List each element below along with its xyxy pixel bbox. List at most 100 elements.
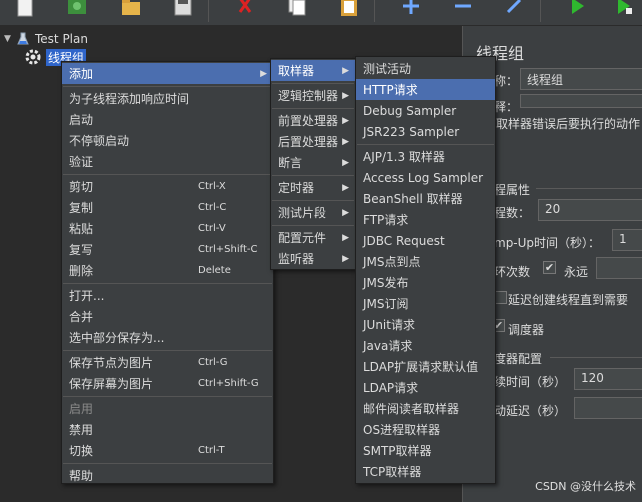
menu-item-label: JMS订阅 <box>363 297 409 311</box>
sampler-submenu-item[interactable]: TCP取样器 <box>356 461 495 482</box>
menu-item-label: 添加 <box>69 67 94 81</box>
name-label: 称： <box>494 74 519 88</box>
add-submenu-item[interactable]: 逻辑控制器 ▶ <box>271 85 355 106</box>
loop-label: 环次数 <box>494 265 531 279</box>
submenu-arrow-icon: ▶ <box>342 90 349 101</box>
copy-icon[interactable] <box>282 0 312 22</box>
threads-field[interactable]: 20 <box>538 199 642 221</box>
thread-props-label: 程属性 <box>494 183 531 197</box>
menu-separator <box>63 350 272 351</box>
paste-icon[interactable] <box>334 0 364 22</box>
menu-separator <box>272 108 354 109</box>
sampler-submenu-item[interactable]: AJP/1.3 取样器 <box>356 146 495 167</box>
sampler-submenu-item[interactable]: 邮件阅读者取样器 <box>356 398 495 419</box>
sampler-submenu-item[interactable]: FTP请求 <box>356 209 495 230</box>
sampler-submenu-item[interactable]: JMS点到点 <box>356 251 495 272</box>
start-no-pause-icon[interactable] <box>608 0 638 22</box>
context-menu-item[interactable]: 启动 <box>62 109 273 130</box>
menu-item-label: 为子线程添加响应时间 <box>69 92 190 106</box>
sampler-submenu-item[interactable]: 测试活动 <box>356 58 495 79</box>
context-menu-item[interactable]: 复制 Ctrl-C <box>62 197 273 218</box>
menu-item-label: 选中部分保存为... <box>69 331 165 345</box>
add-submenu-item[interactable]: 断言 ▶ <box>271 152 355 173</box>
open-icon[interactable] <box>116 0 146 22</box>
menu-separator <box>272 200 354 201</box>
context-menu-item[interactable]: 合并 <box>62 306 273 327</box>
loop-count-field[interactable] <box>596 257 642 279</box>
forever-label: 永远 <box>564 265 589 279</box>
tree-node-test-plan[interactable]: ▼ Test Plan <box>4 30 88 48</box>
menu-item-shortcut: Ctrl-V <box>198 223 226 234</box>
comment-field[interactable] <box>520 94 642 108</box>
cut-icon[interactable] <box>230 0 260 22</box>
sampler-submenu-item[interactable]: BeanShell 取样器 <box>356 188 495 209</box>
menu-item-label: 打开... <box>69 289 105 303</box>
duration-field[interactable]: 120 <box>574 368 642 390</box>
context-menu-item[interactable]: 禁用 <box>62 419 273 440</box>
threads-label: 程数： <box>494 206 531 220</box>
add-submenu-item[interactable]: 定时器 ▶ <box>271 177 355 198</box>
sampler-submenu-item[interactable]: Java请求 <box>356 335 495 356</box>
context-menu-item[interactable]: 粘贴 Ctrl-V <box>62 218 273 239</box>
menu-item-shortcut: Ctrl-G <box>198 357 228 368</box>
sampler-submenu-item[interactable]: Debug Sampler <box>356 100 495 121</box>
tree-expand-icon[interactable]: ▼ <box>4 34 16 44</box>
context-menu-item[interactable]: 添加 ▶ <box>62 63 273 84</box>
context-menu-item[interactable]: 删除 Delete <box>62 260 273 281</box>
collapse-icon[interactable] <box>448 0 478 22</box>
menu-item-label: TCP取样器 <box>363 465 422 479</box>
menu-item-label: 剪切 <box>69 180 94 194</box>
sampler-submenu-item[interactable]: OS进程取样器 <box>356 419 495 440</box>
scheduler-config-label: 度器配置 <box>494 352 543 366</box>
context-menu-item[interactable]: 验证 <box>62 151 273 172</box>
sampler-submenu-item[interactable]: Access Log Sampler <box>356 167 495 188</box>
add-submenu-item[interactable]: 后置处理器 ▶ <box>271 131 355 152</box>
add-submenu-item[interactable]: 配置元件 ▶ <box>271 227 355 248</box>
add-submenu-item[interactable]: 监听器 ▶ <box>271 248 355 269</box>
menu-item-label: 测试片段 <box>278 206 327 220</box>
sampler-submenu-item[interactable]: JMS订阅 <box>356 293 495 314</box>
context-menu-item[interactable]: 保存屏幕为图片 Ctrl+Shift-G <box>62 373 273 394</box>
rampup-field[interactable]: 1 <box>612 229 642 251</box>
context-menu-item[interactable]: 帮助 <box>62 465 273 486</box>
menu-separator <box>63 463 272 464</box>
context-menu-item[interactable]: 打开... <box>62 285 273 306</box>
name-field[interactable]: 线程组 <box>520 68 642 90</box>
menu-item-shortcut: Ctrl+Shift-C <box>198 244 258 255</box>
new-icon[interactable] <box>10 0 40 22</box>
submenu-arrow-icon: ▶ <box>342 157 349 168</box>
sampler-submenu-item[interactable]: JMS发布 <box>356 272 495 293</box>
expand-icon[interactable] <box>396 0 426 22</box>
startup-delay-field[interactable] <box>574 397 642 419</box>
save-icon[interactable] <box>168 0 198 22</box>
add-submenu-item[interactable]: 取样器 ▶ <box>271 60 355 81</box>
forever-checkbox[interactable]: ✔ <box>543 261 556 274</box>
menu-item-label: 复制 <box>69 201 94 215</box>
add-submenu-item[interactable]: 前置处理器 ▶ <box>271 110 355 131</box>
start-icon[interactable] <box>562 0 592 22</box>
sampler-submenu-item[interactable]: JDBC Request <box>356 230 495 251</box>
menu-item-label: 前置处理器 <box>278 114 339 128</box>
sampler-submenu-item[interactable]: JUnit请求 <box>356 314 495 335</box>
context-menu-item[interactable]: 保存节点为图片 Ctrl-G <box>62 352 273 373</box>
menu-item-label: 合并 <box>69 310 94 324</box>
context-menu-item[interactable]: 剪切 Ctrl-X <box>62 176 273 197</box>
context-menu-item[interactable]: 为子线程添加响应时间 <box>62 88 273 109</box>
sampler-submenu-item[interactable]: LDAP扩展请求默认值 <box>356 356 495 377</box>
menu-item-label: 验证 <box>69 155 94 169</box>
sampler-submenu-item[interactable]: LDAP请求 <box>356 377 495 398</box>
templates-icon[interactable] <box>62 0 92 22</box>
sampler-submenu-item[interactable]: HTTP请求 <box>356 79 495 100</box>
menu-item-label: FTP请求 <box>363 213 409 227</box>
startup-delay-label: 动延迟（秒） <box>494 404 567 418</box>
add-submenu-item[interactable]: 测试片段 ▶ <box>271 202 355 223</box>
context-menu-item[interactable]: 选中部分保存为... <box>62 327 273 348</box>
context-menu-item[interactable]: 不停顿启动 <box>62 130 273 151</box>
sampler-submenu-item[interactable]: JSR223 Sampler <box>356 121 495 142</box>
toggle-icon[interactable] <box>500 0 530 22</box>
menu-separator <box>63 283 272 284</box>
context-menu-item[interactable]: 复写 Ctrl+Shift-C <box>62 239 273 260</box>
menu-item-label: 帮助 <box>69 469 94 483</box>
context-menu-item[interactable]: 切换 Ctrl-T <box>62 440 273 461</box>
sampler-submenu-item[interactable]: SMTP取样器 <box>356 440 495 461</box>
